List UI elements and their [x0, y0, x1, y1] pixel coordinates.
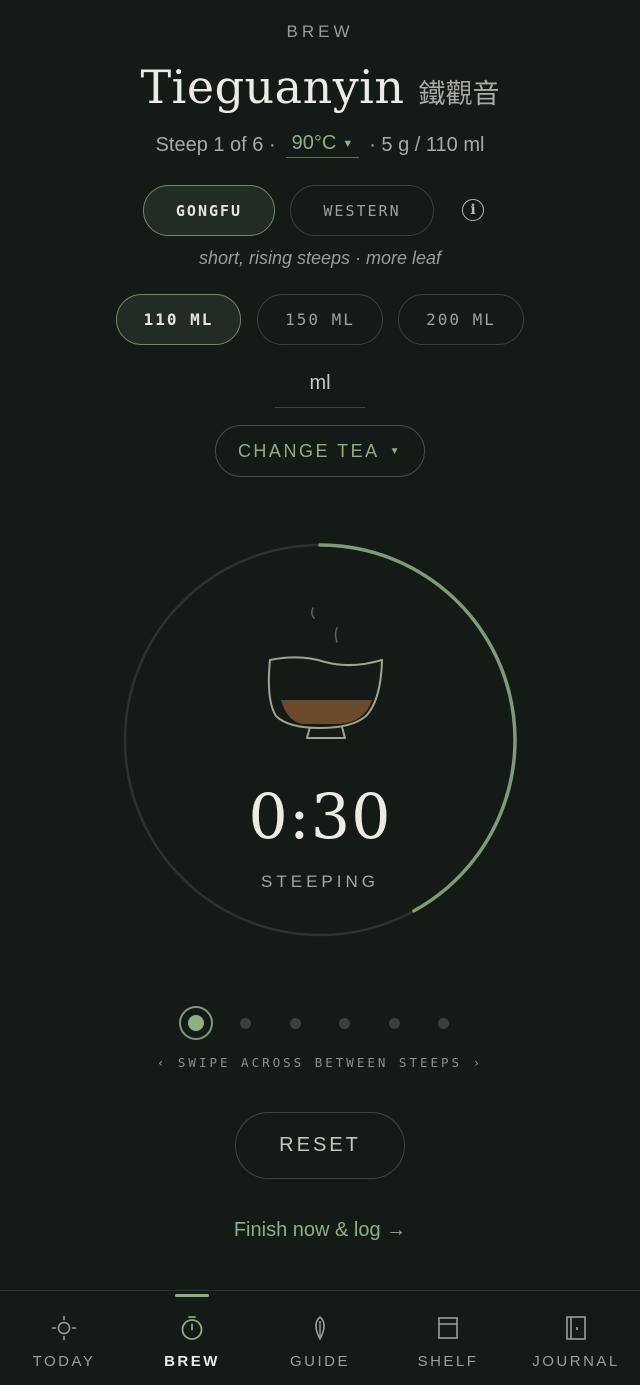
leaf-icon — [315, 1316, 325, 1340]
tab-today[interactable]: TODAY — [0, 1291, 128, 1385]
steep-dot[interactable] — [271, 1006, 321, 1040]
tab-guide[interactable]: GUIDE — [256, 1291, 384, 1385]
steep-dot-mark — [240, 1017, 252, 1029]
steep-pager[interactable] — [0, 1006, 640, 1040]
tab-label: SHELF — [417, 1353, 479, 1370]
tea-bowl-icon — [267, 607, 383, 739]
dial-progress-arc — [318, 543, 517, 913]
tab-label: GUIDE — [289, 1353, 350, 1370]
reset-button[interactable]: RESET — [235, 1112, 405, 1179]
sun-icon — [51, 1315, 77, 1341]
steep-dot[interactable] — [419, 1006, 469, 1040]
tab-label: JOURNAL — [532, 1353, 620, 1370]
steep-dot[interactable] — [320, 1006, 370, 1040]
current-steep-indicator — [179, 1006, 214, 1040]
timer-icon — [181, 1316, 203, 1340]
active-tab-indicator — [175, 1294, 209, 1297]
bottom-tab-bar: TODAY BREW GUIDE SHELF JOURNAL — [0, 1290, 640, 1385]
tab-journal[interactable]: JOURNAL — [512, 1291, 640, 1385]
shelf-icon — [438, 1317, 458, 1339]
tab-label: BREW — [164, 1353, 220, 1370]
steep-dot-mark — [289, 1017, 301, 1029]
finish-and-log-link[interactable]: Finish now & log → — [0, 1219, 640, 1242]
tab-shelf[interactable]: SHELF — [384, 1291, 512, 1385]
timer-status: STEEPING — [261, 872, 379, 891]
steep-dot[interactable] — [370, 1006, 420, 1040]
tab-brew[interactable]: BREW — [128, 1291, 256, 1385]
current-steep-dot — [188, 1015, 205, 1031]
steep-dot-mark — [339, 1017, 351, 1029]
tab-label: TODAY — [32, 1353, 96, 1370]
swipe-hint: ‹ SWIPE ACROSS BETWEEN STEEPS › — [156, 1055, 484, 1070]
timer-readout: 0:30 — [248, 780, 392, 853]
steep-dot[interactable] — [221, 1006, 271, 1040]
steep-dot[interactable] — [172, 1006, 222, 1040]
steep-dot-mark — [438, 1017, 450, 1029]
steep-dot-mark — [388, 1017, 400, 1029]
journal-icon — [566, 1316, 586, 1340]
